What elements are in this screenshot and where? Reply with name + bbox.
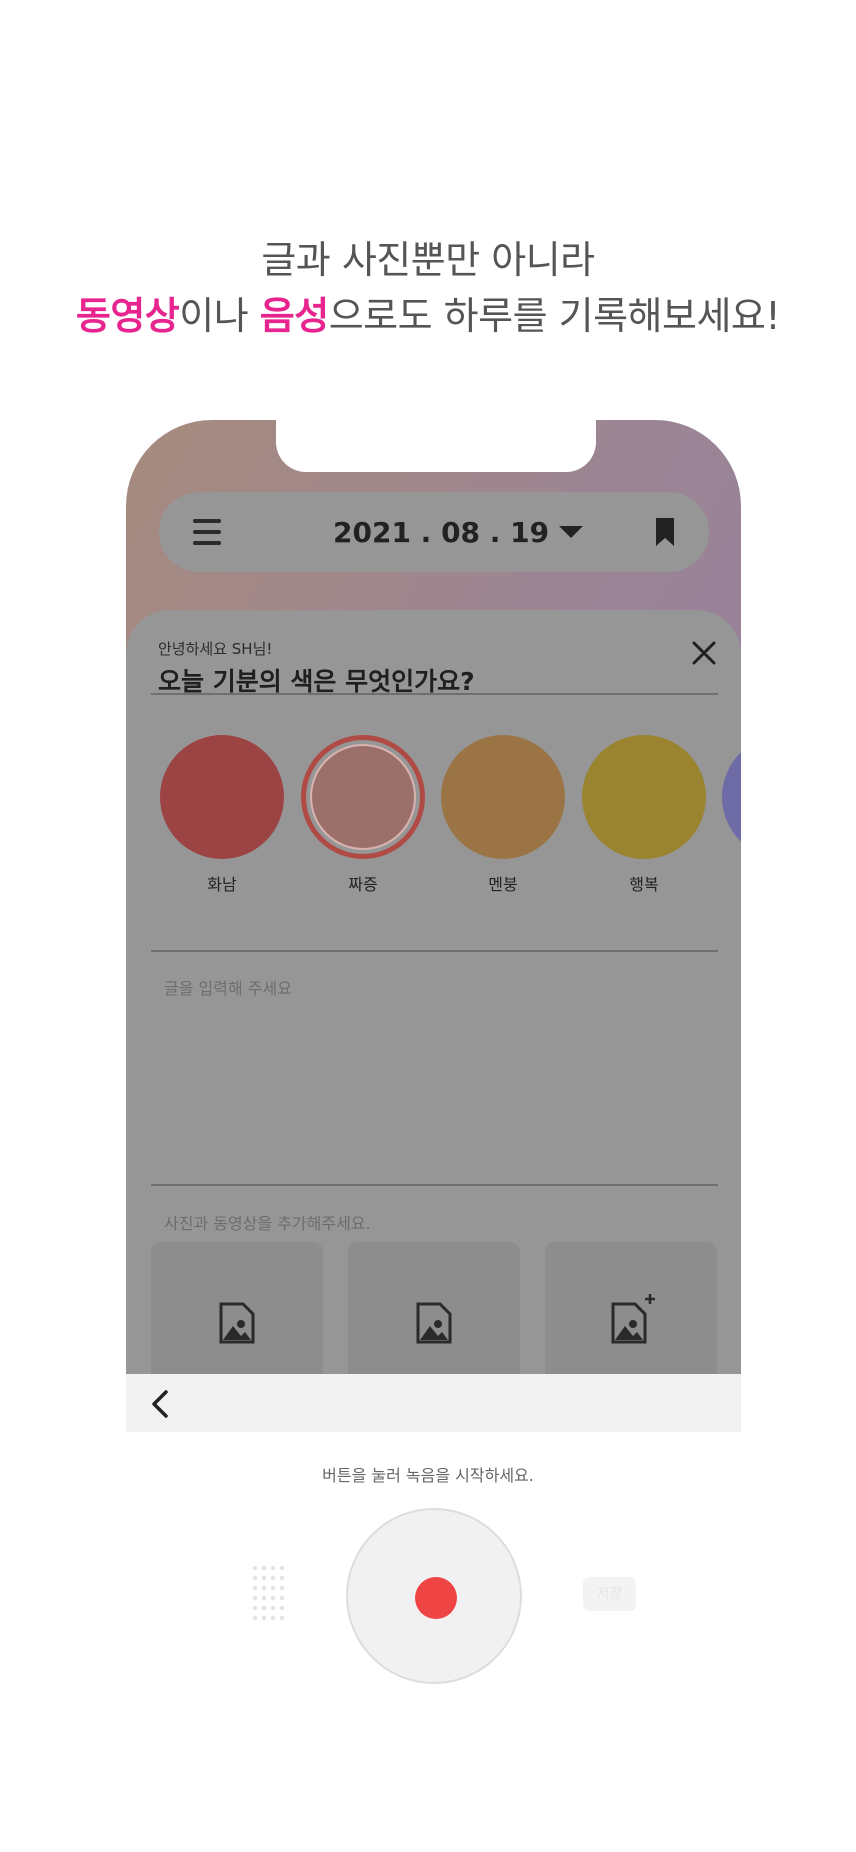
diary-text-input[interactable]: 글을 입력해 주세요: [164, 975, 292, 999]
greeting-text: 안녕하세요 SH님!: [158, 640, 273, 658]
date-text: 2021 . 08 . 19: [333, 515, 550, 549]
mood-circle-selected: [301, 735, 425, 859]
mood-swatch-happy[interactable]: 행복: [582, 735, 706, 895]
media-hint: 사진과 동영상을 추가해주세요.: [164, 1214, 371, 1233]
mood-swatch-panic[interactable]: 멘붕: [441, 735, 565, 895]
phone-notch: [276, 420, 596, 472]
promo-headline: 글과 사진뿐만 아니라 동영상이나 음성으로도 하루를 기록해보세요!: [0, 232, 856, 344]
mood-sheet: 안녕하세요 SH님! 오늘 기분의 색은 무엇인가요? 화남 짜증 멘붕 행복 …: [126, 610, 741, 1432]
bookmark-icon[interactable]: [655, 517, 675, 547]
mood-color-list: 화남 짜증 멘붕 행복: [126, 735, 741, 905]
caret-down-icon: [559, 526, 584, 538]
save-button[interactable]: 저장: [583, 1577, 636, 1611]
mood-circle: [441, 735, 565, 859]
chevron-left-icon[interactable]: [148, 1390, 172, 1418]
mood-divider: [151, 950, 718, 952]
record-button[interactable]: [346, 1508, 522, 1684]
headline-rest: 으로도 하루를 기록해보세요!: [328, 294, 781, 338]
mood-label: 행복: [629, 875, 659, 894]
record-hint: 버튼을 눌러 녹음을 시작하세요.: [322, 1466, 534, 1485]
headline-accent-video: 동영상: [75, 294, 180, 338]
top-bar: 2021 . 08 . 19: [159, 492, 709, 572]
mood-swatch-annoyed[interactable]: 짜증: [301, 735, 425, 895]
mood-circle: [722, 735, 741, 859]
mood-circle: [160, 735, 284, 859]
mood-circle: [582, 735, 706, 859]
text-divider: [151, 1184, 718, 1186]
recorder-top-bar: [126, 1374, 741, 1432]
headline-mid: 이나: [179, 294, 260, 338]
waveform-dots-icon: [252, 1565, 285, 1621]
image-add-icon: [611, 1294, 655, 1344]
image-icon: [219, 1302, 255, 1344]
headline-line-2: 동영상이나 음성으로도 하루를 기록해보세요!: [0, 288, 856, 344]
mood-swatch-partial[interactable]: [722, 735, 741, 859]
date-selector[interactable]: 2021 . 08 . 19: [333, 492, 584, 572]
mood-label: 멘붕: [488, 875, 518, 894]
question-divider: [151, 693, 718, 695]
mood-circle-inner: [310, 744, 416, 850]
mood-label: 화남: [207, 875, 237, 894]
mood-swatch-angry[interactable]: 화남: [160, 735, 284, 895]
record-dot-icon: [415, 1577, 457, 1619]
headline-accent-voice: 음성: [259, 294, 329, 338]
phone-mockup: 2021 . 08 . 19 안녕하세요 SH님! 오늘 기분의 색은 무엇인가…: [126, 420, 741, 1432]
headline-line-1: 글과 사진뿐만 아니라: [261, 238, 595, 282]
hamburger-icon[interactable]: [193, 519, 221, 545]
mood-label: 짜증: [348, 875, 378, 894]
close-icon[interactable]: [689, 638, 719, 668]
image-icon: [416, 1302, 452, 1344]
